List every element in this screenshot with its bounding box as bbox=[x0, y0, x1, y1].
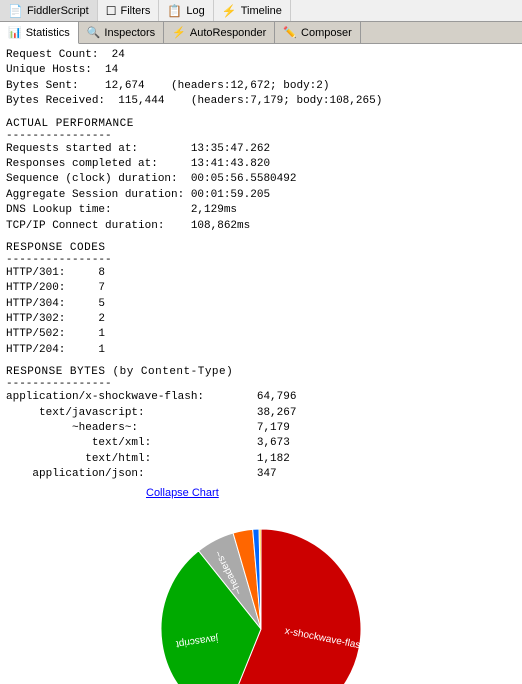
performance-row: Requests started at: 13:35:47.262 bbox=[6, 142, 516, 157]
bytes-sent-detail: (headers:12,672; body:2) bbox=[145, 80, 330, 92]
bytes-received-row: Bytes Received: 115,444 (headers:7,179; … bbox=[6, 94, 516, 109]
actual-performance-section: ACTUAL PERFORMANCE ---------------- Requ… bbox=[6, 118, 516, 234]
tab-statistics-label: Statistics bbox=[26, 27, 70, 39]
menu-filters[interactable]: ☐ Filters bbox=[98, 0, 160, 21]
response-codes-header: RESPONSE CODES bbox=[6, 242, 516, 254]
main-content: Request Count: 24 Unique Hosts: 14 Bytes… bbox=[0, 44, 522, 684]
bytes-rows: application/x-shockwave-flash: 64,796 te… bbox=[6, 390, 516, 482]
bytes-row: ~headers~: 7,179 bbox=[6, 421, 516, 436]
menu-log[interactable]: 📋 Log bbox=[159, 0, 213, 21]
bytes-row: text/javascript: 38,267 bbox=[6, 406, 516, 421]
unique-hosts-value: 14 bbox=[105, 64, 118, 76]
codes-rows: HTTP/301: 8HTTP/200: 7HTTP/304: 5HTTP/30… bbox=[6, 266, 516, 358]
code-row: HTTP/502: 1 bbox=[6, 327, 516, 342]
actual-performance-divider: ---------------- bbox=[6, 130, 516, 142]
bytes-sent-value: 12,674 bbox=[105, 80, 145, 92]
timeline-icon: ⚡ bbox=[222, 4, 237, 18]
filters-icon: ☐ bbox=[106, 4, 117, 18]
tab-autoresponder-label: AutoResponder bbox=[190, 27, 266, 39]
unique-hosts-label: Unique Hosts: bbox=[6, 64, 92, 76]
tab-composer-label: Composer bbox=[301, 27, 352, 39]
bytes-received-detail: (headers:7,179; body:108,265) bbox=[164, 95, 382, 107]
menu-timeline[interactable]: ⚡ Timeline bbox=[214, 0, 291, 21]
request-count-row: Request Count: 24 bbox=[6, 48, 516, 63]
performance-row: DNS Lookup time: 2,129ms bbox=[6, 203, 516, 218]
code-row: HTTP/301: 8 bbox=[6, 266, 516, 281]
composer-tab-icon: ✏️ bbox=[283, 26, 297, 39]
performance-row: Sequence (clock) duration: 00:05:56.5580… bbox=[6, 172, 516, 187]
actual-performance-header: ACTUAL PERFORMANCE bbox=[6, 118, 516, 130]
response-codes-section: RESPONSE CODES ---------------- HTTP/301… bbox=[6, 242, 516, 358]
code-row: HTTP/304: 5 bbox=[6, 297, 516, 312]
bytes-received-value: 115,444 bbox=[118, 95, 164, 107]
bytes-received-label: Bytes Received: bbox=[6, 95, 105, 107]
code-row: HTTP/200: 7 bbox=[6, 281, 516, 296]
tab-inspectors[interactable]: 🔍 Inspectors bbox=[79, 22, 164, 43]
log-icon: 📋 bbox=[167, 4, 182, 18]
tab-inspectors-label: Inspectors bbox=[104, 27, 155, 39]
bytes-row: application/x-shockwave-flash: 64,796 bbox=[6, 390, 516, 405]
bytes-row: text/xml: 3,673 bbox=[6, 436, 516, 451]
tab-autoresponder[interactable]: ⚡ AutoResponder bbox=[164, 22, 275, 43]
performance-row: TCP/IP Connect duration: 108,862ms bbox=[6, 219, 516, 234]
performance-row: Responses completed at: 13:41:43.820 bbox=[6, 157, 516, 172]
code-row: HTTP/302: 2 bbox=[6, 312, 516, 327]
tab-composer[interactable]: ✏️ Composer bbox=[275, 22, 360, 43]
request-count-label: Request Count: bbox=[6, 49, 98, 61]
menu-filters-label: Filters bbox=[120, 5, 150, 17]
tab-statistics[interactable]: 📊 Statistics bbox=[0, 22, 79, 44]
response-codes-divider: ---------------- bbox=[6, 254, 516, 266]
menu-fiddlerscript-label: FiddlerScript bbox=[27, 5, 89, 17]
menu-bar: 📄 FiddlerScript ☐ Filters 📋 Log ⚡ Timeli… bbox=[0, 0, 522, 22]
unique-hosts-row: Unique Hosts: 14 bbox=[6, 63, 516, 78]
chart-container: x-shockwave-flashjavascript~headers~ bbox=[6, 509, 516, 684]
code-row: HTTP/204: 1 bbox=[6, 343, 516, 358]
bytes-row: application/json: 347 bbox=[6, 467, 516, 482]
response-bytes-section: RESPONSE BYTES (by Content-Type) -------… bbox=[6, 366, 516, 482]
bytes-sent-label: Bytes Sent: bbox=[6, 80, 79, 92]
pie-chart: x-shockwave-flashjavascript~headers~ bbox=[131, 509, 391, 684]
bytes-row: text/html: 1,182 bbox=[6, 452, 516, 467]
autoresponder-tab-icon: ⚡ bbox=[172, 26, 186, 39]
menu-log-label: Log bbox=[186, 5, 204, 17]
statistics-tab-icon: 📊 bbox=[8, 26, 22, 39]
menu-fiddlerscript[interactable]: 📄 FiddlerScript bbox=[0, 0, 98, 21]
performance-row: Aggregate Session duration: 00:01:59.205 bbox=[6, 188, 516, 203]
tab-bar: 📊 Statistics 🔍 Inspectors ⚡ AutoResponde… bbox=[0, 22, 522, 44]
stats-section: Request Count: 24 Unique Hosts: 14 Bytes… bbox=[6, 48, 516, 110]
menu-timeline-label: Timeline bbox=[241, 5, 282, 17]
request-count-value: 24 bbox=[112, 49, 125, 61]
collapse-chart-link[interactable]: Collapse Chart bbox=[6, 487, 516, 499]
inspectors-tab-icon: 🔍 bbox=[87, 26, 101, 39]
bytes-sent-row: Bytes Sent: 12,674 (headers:12,672; body… bbox=[6, 79, 516, 94]
response-bytes-header: RESPONSE BYTES (by Content-Type) bbox=[6, 366, 516, 378]
response-bytes-divider: ---------------- bbox=[6, 378, 516, 390]
performance-rows: Requests started at: 13:35:47.262Respons… bbox=[6, 142, 516, 234]
fiddlerscript-icon: 📄 bbox=[8, 4, 23, 18]
